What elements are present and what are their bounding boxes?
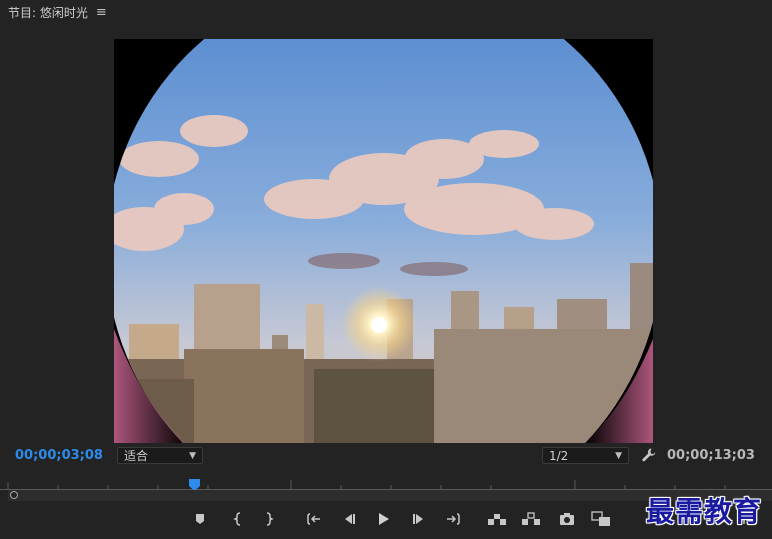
fit-level-value: 适合 [124,449,149,463]
play-button[interactable] [372,508,394,530]
mark-out-icon [266,512,274,526]
lift-icon [488,514,506,525]
zoom-handle[interactable] [10,491,18,499]
time-ruler[interactable] [0,472,772,490]
compare-view-button[interactable] [590,508,612,530]
compare-view-icon [591,511,610,526]
duration-timecode: 00;00;13;03 [667,448,755,463]
panel-header: 节目: 悠闲时光 ≡ [0,0,772,24]
playback-resolution-value: 1/2 [549,448,569,463]
chevron-down-icon: ▼ [615,450,622,461]
mark-in-icon [233,512,241,526]
chevron-down-icon: ▼ [189,450,196,461]
video-frame-image [114,39,653,443]
fit-level-dropdown[interactable]: 适合 ▼ [117,447,203,464]
lift-button[interactable] [486,508,508,530]
camera-icon [560,513,574,525]
export-frame-button[interactable] [556,508,578,530]
step-forward-icon [413,514,423,524]
panel-title[interactable]: 节目: 悠闲时光 [8,4,88,21]
program-monitor-video[interactable] [114,39,653,443]
extract-icon [522,512,540,525]
step-forward-button[interactable] [408,508,430,530]
go-to-in-icon [307,513,320,525]
step-back-icon [345,514,355,524]
watermark-text: 最需教育 [646,495,763,528]
settings-wrench-icon[interactable] [640,446,658,464]
playback-resolution-dropdown[interactable]: 1/2 ▼ [542,447,629,464]
playhead-marker[interactable] [189,476,200,491]
marker-icon [196,514,204,524]
current-timecode[interactable]: 00;00;03;08 [15,448,103,463]
go-to-in-button[interactable] [303,508,325,530]
add-marker-button[interactable] [189,508,211,530]
go-to-out-icon [447,513,460,525]
mark-in-button[interactable] [227,508,249,530]
play-icon [379,513,389,525]
extract-button[interactable] [520,508,542,530]
mark-out-button[interactable] [258,508,280,530]
step-back-button[interactable] [338,508,360,530]
panel-menu-icon[interactable]: ≡ [96,5,107,20]
go-to-out-button[interactable] [442,508,464,530]
